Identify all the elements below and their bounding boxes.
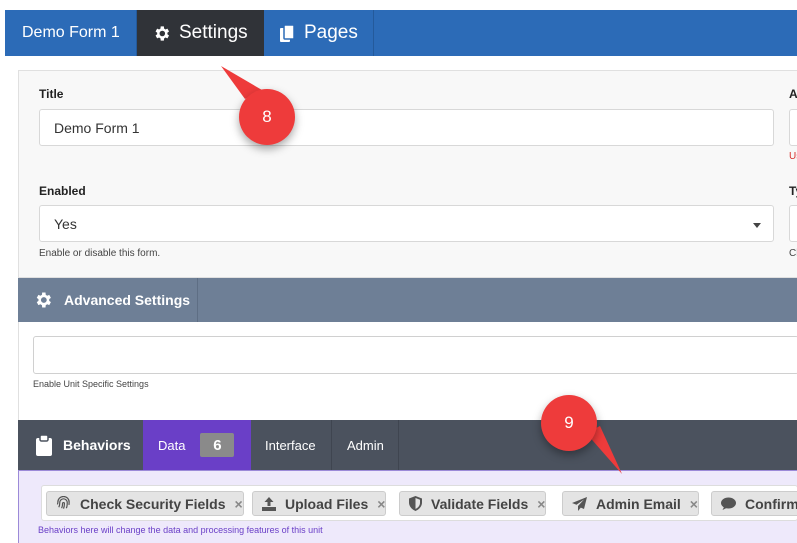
tab-pages[interactable]: Pages: [264, 10, 374, 56]
tab-pages-label: Pages: [304, 22, 358, 43]
chip-confirm[interactable]: Confirm: [711, 491, 797, 516]
advanced-settings-body: Enable Unit Specific Settings: [18, 322, 797, 420]
title-input[interactable]: Demo Form 1: [39, 109, 774, 146]
tab-data[interactable]: Data 6: [143, 420, 251, 470]
chip-label: Admin Email: [596, 495, 681, 512]
chip-check-security-fields[interactable]: Check Security Fields ×: [46, 491, 244, 516]
chip-label: Validate Fields: [431, 495, 529, 512]
top-tab-bar: Demo Form 1 Settings Pages: [5, 10, 797, 56]
chip-upload-files[interactable]: Upload Files ×: [252, 491, 387, 516]
chip-label: Check Security Fields: [80, 495, 226, 512]
chip-label: Upload Files: [285, 495, 369, 512]
tab-advanced-settings[interactable]: Advanced Settings: [18, 278, 198, 322]
enabled-select-value: Yes: [54, 215, 77, 232]
right-field-hint-2: Cl: [789, 248, 797, 259]
tab-settings-label: Settings: [179, 22, 248, 43]
callout-9-label: 9: [564, 413, 574, 432]
behaviors-title: Behaviors: [18, 420, 143, 470]
right-field-input-1[interactable]: [789, 109, 797, 146]
remove-icon[interactable]: ×: [377, 496, 385, 512]
advanced-settings-label: Advanced Settings: [64, 292, 191, 308]
tab-admin[interactable]: Admin: [332, 420, 399, 470]
advanced-settings-header: Advanced Settings: [18, 278, 797, 322]
tab-settings[interactable]: Settings: [137, 10, 264, 56]
behaviors-hint: Behaviors here will change the data and …: [38, 525, 323, 535]
speech-bubble-icon: [721, 497, 736, 510]
tab-admin-label: Admin: [347, 437, 384, 453]
chevron-down-icon: [753, 223, 761, 228]
behaviors-chip-list[interactable]: Check Security Fields × Upload Files × V…: [41, 485, 797, 521]
tab-data-label: Data: [158, 437, 186, 453]
upload-icon: [262, 496, 276, 511]
shield-icon: [409, 496, 422, 511]
enabled-hint: Enable or disable this form.: [39, 248, 161, 259]
right-field-hint-1: Us: [789, 151, 797, 162]
paper-plane-icon: [572, 496, 587, 511]
callout-8: 8: [239, 89, 295, 145]
remove-icon[interactable]: ×: [537, 496, 545, 512]
callout-9: 9: [541, 395, 597, 451]
gear-icon: [36, 292, 51, 308]
remove-icon[interactable]: ×: [690, 496, 698, 512]
right-field-label-1: A: [789, 87, 797, 101]
clipboard-icon: [36, 434, 52, 456]
tab-form-name[interactable]: Demo Form 1: [5, 10, 137, 56]
behaviors-label: Behaviors: [63, 437, 131, 453]
unit-specific-settings-hint: Enable Unit Specific Settings: [33, 379, 149, 389]
behaviors-header: Behaviors Data 6 Interface Admin: [18, 420, 797, 470]
chip-label: Confirm: [745, 495, 797, 512]
unit-specific-settings-input[interactable]: [33, 336, 797, 374]
gear-icon: [155, 25, 170, 41]
title-label: Title: [39, 87, 64, 101]
tab-interface-label: Interface: [265, 437, 316, 453]
callout-8-label: 8: [262, 107, 272, 126]
title-input-value: Demo Form 1: [54, 119, 140, 136]
fingerprint-icon: [56, 496, 70, 509]
enabled-select[interactable]: Yes: [39, 205, 774, 242]
tab-form-name-label: Demo Form 1: [22, 24, 120, 41]
chip-admin-email[interactable]: Admin Email ×: [562, 491, 699, 516]
chip-validate-fields[interactable]: Validate Fields ×: [399, 491, 547, 516]
right-field-label-2: Ty: [789, 184, 797, 198]
settings-panel: Title Demo Form 1 Enabled Yes Enable or …: [18, 70, 797, 278]
enabled-label: Enabled: [39, 184, 86, 198]
data-count-badge: 6: [200, 433, 235, 457]
right-field-input-2[interactable]: [789, 205, 797, 242]
tab-interface[interactable]: Interface: [251, 420, 332, 470]
remove-icon[interactable]: ×: [235, 496, 243, 512]
behaviors-body: Check Security Fields × Upload Files × V…: [18, 470, 797, 543]
pages-icon: [280, 23, 295, 42]
